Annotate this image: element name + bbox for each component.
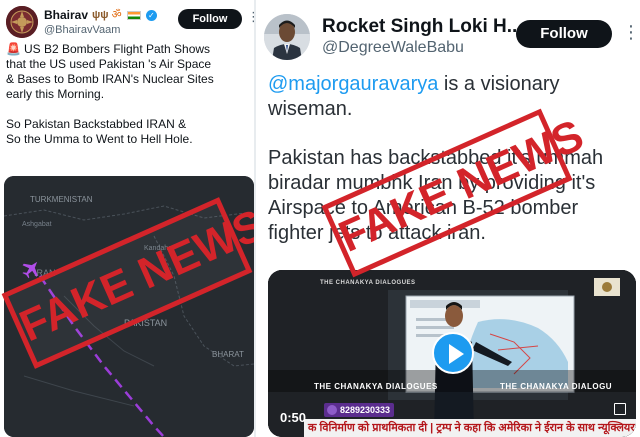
tweet-text-line: & Bases to Bomb IRAN's Nuclear Sites <box>6 72 214 86</box>
avatar[interactable] <box>6 6 38 38</box>
tweet-text-line: early this Morning. <box>6 87 105 101</box>
more-options-icon[interactable]: ⋮ <box>622 22 640 42</box>
map-label: BHARAT <box>212 350 244 359</box>
avatar-image <box>6 6 38 38</box>
trishul-icon-2: ψ <box>100 9 109 21</box>
left-tweet-card: Bhairav ψψ ॐ ✓ @BhairavVaam Follow ⋮ 🚨US… <box>0 0 258 437</box>
fullscreen-icon[interactable] <box>614 403 626 415</box>
video-player[interactable]: THE CHANAKYA DIALOGUES THE CHANAKYA DIAL… <box>268 270 636 437</box>
avatar-image <box>264 14 310 60</box>
tweet-text-line: @majorgauravarya is a visionary <box>268 73 560 95</box>
avatar[interactable] <box>264 14 310 60</box>
phone-badge: 8289230333 <box>324 403 395 417</box>
map-label: TURKMENISTAN <box>30 195 93 204</box>
video-timestamp: 0:50 <box>280 410 307 425</box>
tweet-text-line: that the US used Pakistan 's Air Space <box>6 57 212 71</box>
channel-brand: THE CHANAKYA DIALOGUES <box>320 280 416 286</box>
tweet-text-line: 🚨 US B2 Bombers Flight Path Shows <box>6 42 211 56</box>
video-caption: THE CHANAKYA DIALOGUES <box>314 382 438 391</box>
tweet-text-line: So the Umma to Went to Hell Hole. <box>6 132 193 146</box>
verified-badge-icon: ✓ <box>145 9 157 21</box>
map-label: Ashgabat <box>22 221 52 228</box>
news-ticker: क विनिर्माण को प्राथमिकता दी | ट्रम्प ने… <box>304 419 636 437</box>
mention-link[interactable]: @majorgauravarya <box>268 73 438 95</box>
author-name[interactable]: Rocket Singh Loki H... <box>322 16 523 38</box>
follow-button[interactable]: Follow <box>178 9 242 29</box>
left-tweet-header: Bhairav ψψ ॐ ✓ @BhairavVaam Follow ⋮ <box>6 6 257 42</box>
siren-icon: 🚨 <box>6 42 21 56</box>
author-handle[interactable]: @DegreeWaleBabu <box>322 39 464 57</box>
play-button[interactable] <box>432 332 474 374</box>
tweet-text-line: wiseman. <box>268 98 353 120</box>
tweet-text-line: So Pakistan Backstabbed IRAN & <box>6 117 187 131</box>
author-name[interactable]: Bhairav <box>44 8 88 22</box>
follow-button[interactable]: Follow <box>516 20 612 48</box>
author-handle[interactable]: @BhairavVaam <box>44 24 120 36</box>
tweet-text: 🚨 US B2 Bombers Flight Path Shows that th… <box>6 42 254 147</box>
video-caption: THE CHANAKYA DIALOGU <box>500 382 613 391</box>
om-icon: ॐ <box>111 9 122 21</box>
name-emojis: ψψ ॐ ✓ <box>92 7 157 22</box>
india-flag-icon <box>126 10 141 20</box>
